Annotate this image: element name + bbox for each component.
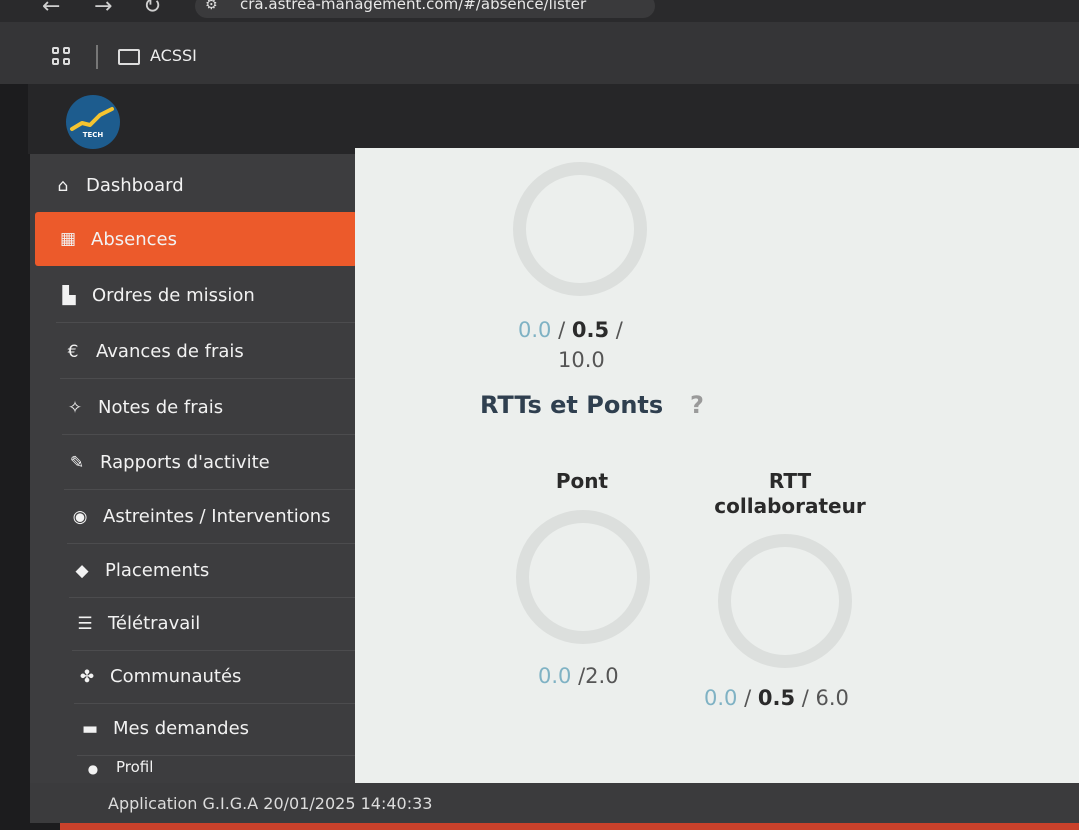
eye-icon: ◉ <box>72 506 88 527</box>
rtt-title-line1: RTT <box>768 469 812 493</box>
graduation-cap-icon: ◆ <box>75 560 89 581</box>
sidebar-item-mes-demandes[interactable]: ▬ Mes demandes <box>77 702 369 756</box>
app-logo[interactable]: TECH <box>66 95 120 149</box>
site-settings-icon[interactable]: ⚙ <box>205 0 218 13</box>
document-icon: ▙ <box>62 285 76 306</box>
absence-total-value: 10.0 <box>558 348 605 372</box>
sidebar-item-teletravail[interactable]: ☰ Télétravail <box>72 597 367 651</box>
folder-icon[interactable] <box>118 49 140 65</box>
bookmark-folder-label[interactable]: ACSSI <box>150 46 197 65</box>
help-question-icon[interactable]: ? <box>690 391 704 419</box>
rtt-pending-value: 0.5 <box>757 686 796 710</box>
pin-icon: ✧ <box>67 397 83 418</box>
rtt-title-line2: collaborateur <box>714 494 866 518</box>
sidebar-item-label: Profil <box>116 758 154 776</box>
pont-progress-ring <box>516 510 650 644</box>
sidebar-item-label: Ordres de mission <box>92 285 255 306</box>
sidebar-item-label: Notes de frais <box>98 397 224 418</box>
pencil-icon: ✎ <box>69 452 85 473</box>
sidebar-item-label: Dashboard <box>86 175 184 196</box>
sidebar-item-label: Absences <box>91 228 177 250</box>
sidebar-item-label: Avances de frais <box>96 341 244 362</box>
apps-grid-icon[interactable] <box>52 47 72 67</box>
pont-taken-value: 0.0 <box>538 664 572 688</box>
section-title: RTTs et Ponts <box>480 391 664 419</box>
calendar-icon: ▦ <box>59 229 77 249</box>
sidebar-item-astreintes-interventions[interactable]: ◉ Astreintes / Interventions <box>67 490 364 544</box>
bookmarks-separator <box>96 45 98 69</box>
chart-trend-icon <box>70 107 114 131</box>
sidebar-item-label: Placements <box>105 560 210 581</box>
sidebar-item-placements[interactable]: ◆ Placements <box>69 544 365 598</box>
sidebar-item-notes-de-frais[interactable]: ✧ Notes de frais <box>62 381 361 435</box>
forward-arrow-icon[interactable]: → <box>94 0 112 19</box>
logo-text: TECH <box>82 131 104 139</box>
sidebar-item-dashboard[interactable]: ⌂ Dashboard <box>50 159 356 213</box>
rtt-total-value: 6.0 <box>815 686 849 710</box>
sidebar-item-label: Rapports d'activite <box>100 452 270 473</box>
sidebar-item-profil[interactable]: ● Profil <box>80 758 370 786</box>
footer-accent-stripe <box>60 823 1079 830</box>
reload-icon[interactable]: ↻ <box>143 0 161 19</box>
sidebar-item-communautes[interactable]: ✤ Communautés <box>74 650 368 704</box>
sidebar-item-label: Mes demandes <box>113 718 250 739</box>
home-icon: ⌂ <box>57 175 69 196</box>
pont-counter: 0.0 /2.0 <box>538 664 619 688</box>
sidebar-item-ordres-de-mission[interactable]: ▙ Ordres de mission <box>56 269 358 323</box>
euro-icon: € <box>67 341 79 362</box>
back-arrow-icon[interactable]: ← <box>42 0 60 19</box>
rtt-counter: 0.0 / 0.5 / 6.0 <box>704 686 849 710</box>
rtt-progress-ring <box>718 534 852 668</box>
sidebar-item-label: Communautés <box>110 666 242 687</box>
address-bar-url[interactable]: cra.astrea-management.com/#/absence/list… <box>240 0 586 13</box>
absence-pending-value: 0.5 <box>571 318 610 342</box>
sidebar-item-label: Télétravail <box>108 613 201 634</box>
users-icon: ✤ <box>79 666 95 687</box>
sidebar-item-absences[interactable]: ▦ Absences <box>35 212 357 266</box>
absence-progress-ring <box>513 162 647 296</box>
app-header <box>28 84 1079 154</box>
sidebar-item-avances-de-frais[interactable]: € Avances de frais <box>60 325 360 379</box>
server-icon: ☰ <box>77 613 93 634</box>
user-icon: ● <box>87 762 99 776</box>
absence-taken-value: 0.0 <box>518 318 552 342</box>
comment-icon: ▬ <box>81 718 99 739</box>
sidebar-item-rapports-dactivite[interactable]: ✎ Rapports d'activite <box>64 436 362 490</box>
pont-total-value: 2.0 <box>585 664 619 688</box>
rtt-taken-value: 0.0 <box>704 686 738 710</box>
footer-text: Application G.I.G.A 20/01/2025 14:40:33 <box>108 794 433 813</box>
absence-counter: 0.0 / 0.5 / <box>518 318 623 342</box>
sidebar-item-label: Astreintes / Interventions <box>103 506 331 527</box>
pont-title: Pont <box>555 469 609 493</box>
